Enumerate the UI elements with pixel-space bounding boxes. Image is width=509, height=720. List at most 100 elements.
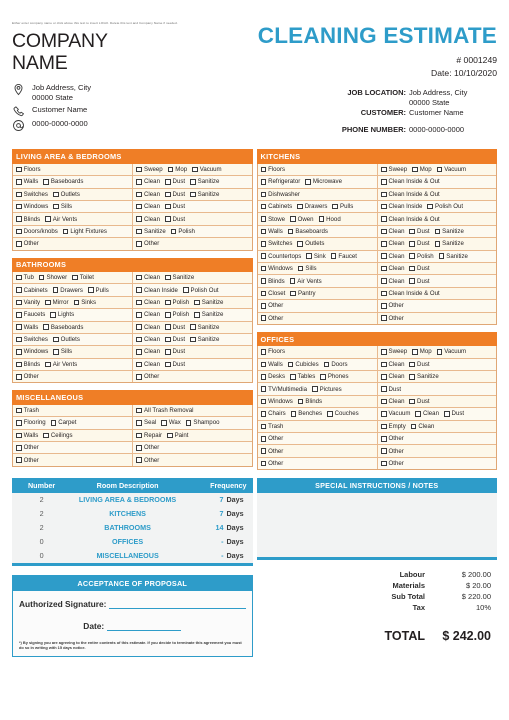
summary-cell-frequency[interactable]: - Days	[188, 551, 248, 560]
checklist-option[interactable]: Countertops	[260, 253, 301, 260]
checklist-option[interactable]: Other	[16, 457, 39, 464]
checkbox[interactable]	[318, 216, 325, 222]
checkbox[interactable]	[185, 420, 192, 426]
checklist-option[interactable]: Clean	[136, 361, 160, 368]
checkbox[interactable]	[16, 457, 22, 463]
checkbox[interactable]	[332, 203, 339, 210]
checkbox[interactable]	[164, 203, 171, 210]
checkbox[interactable]	[415, 411, 422, 417]
checkbox[interactable]	[164, 216, 171, 222]
checkbox[interactable]	[434, 228, 441, 235]
signature-input[interactable]	[109, 600, 246, 609]
checkbox[interactable]	[412, 349, 418, 355]
checkbox[interactable]	[190, 191, 196, 198]
checklist-option[interactable]: Stowe	[260, 216, 285, 223]
checkbox[interactable]	[38, 274, 45, 281]
checklist-option[interactable]: Windows	[260, 265, 293, 272]
checkbox[interactable]	[164, 349, 171, 355]
checklist-option[interactable]: Clean	[380, 228, 404, 235]
checkbox[interactable]	[53, 203, 59, 210]
checkbox[interactable]	[164, 324, 171, 330]
checklist-option[interactable]: Seal	[136, 419, 156, 426]
checklist-option[interactable]: Clean	[415, 410, 439, 417]
checkbox[interactable]	[305, 179, 311, 185]
checklist-option[interactable]: Other	[380, 435, 404, 442]
checklist-option[interactable]: Owen	[290, 216, 314, 223]
checklist-option[interactable]: Air Vents	[45, 361, 77, 368]
checklist-option[interactable]: Repair	[136, 432, 162, 439]
checklist-option[interactable]: Dust	[409, 361, 430, 368]
checklist-option[interactable]: Dust	[409, 265, 430, 272]
checklist-option[interactable]: Sink	[306, 253, 326, 260]
total-value[interactable]: $ 200.00	[435, 569, 491, 580]
checklist-option[interactable]: Polish	[164, 311, 189, 318]
checkbox[interactable]	[164, 179, 171, 185]
checkbox[interactable]	[297, 203, 303, 210]
checkbox[interactable]	[16, 191, 22, 198]
summary-cell-number[interactable]: 2	[16, 509, 67, 518]
meta-customer-value[interactable]: Customer Name	[409, 108, 497, 118]
checkbox[interactable]	[16, 179, 22, 185]
checklist-option[interactable]: Sweep	[380, 166, 407, 173]
checkbox[interactable]	[136, 349, 143, 355]
checklist-option[interactable]: Other	[380, 315, 404, 322]
checkbox[interactable]	[16, 299, 22, 306]
checklist-option[interactable]: Clean	[136, 311, 160, 318]
checklist-option[interactable]: Sweep	[136, 166, 163, 173]
checklist-option[interactable]: Sanitize	[194, 311, 223, 318]
checklist-option[interactable]: Shower	[38, 274, 67, 281]
checklist-option[interactable]: Clean	[136, 274, 160, 281]
checklist-option[interactable]: Doors	[323, 361, 348, 368]
checkbox[interactable]	[380, 303, 387, 309]
checkbox[interactable]	[136, 432, 143, 439]
checkbox[interactable]	[380, 411, 387, 417]
checklist-option[interactable]: Sanitize	[434, 228, 464, 235]
checklist-option[interactable]: Closet	[260, 290, 285, 297]
checkbox[interactable]	[409, 265, 416, 272]
checklist-option[interactable]: Mop	[412, 166, 432, 173]
checklist-option[interactable]: Mop	[167, 166, 187, 173]
checklist-option[interactable]: Walls	[16, 178, 38, 185]
checklist-option[interactable]: Dust	[380, 386, 401, 393]
checkbox[interactable]	[380, 241, 387, 247]
checkbox[interactable]	[260, 411, 267, 417]
checkbox[interactable]	[409, 253, 416, 260]
total-value[interactable]: 10%	[435, 602, 491, 613]
checkbox[interactable]	[136, 299, 143, 306]
checklist-option[interactable]: Other	[136, 240, 159, 247]
checklist-option[interactable]: Other	[16, 444, 39, 451]
checkbox[interactable]	[164, 274, 171, 281]
checkbox[interactable]	[16, 287, 22, 293]
checklist-option[interactable]: Toilet	[72, 274, 94, 281]
checklist-option[interactable]: Clean	[136, 336, 160, 343]
checklist-option[interactable]: Other	[260, 460, 283, 467]
checklist-option[interactable]: Sanitize	[409, 373, 439, 380]
checklist-option[interactable]: Clean Inside & Out	[380, 191, 440, 198]
checklist-option[interactable]: Dust	[443, 410, 464, 417]
checkbox[interactable]	[136, 420, 143, 426]
checklist-option[interactable]: Clean	[136, 348, 160, 355]
checklist-option[interactable]: Baseboards	[287, 228, 328, 235]
summary-cell-frequency[interactable]: - Days	[188, 537, 248, 546]
checklist-option[interactable]: Vacuum	[436, 348, 466, 355]
checklist-option[interactable]: Clean Inside	[380, 203, 422, 210]
checkbox[interactable]	[260, 386, 267, 392]
checklist-option[interactable]: Clean	[410, 423, 434, 430]
checklist-option[interactable]: Switches	[16, 191, 48, 198]
checklist-option[interactable]: Polish	[170, 228, 195, 235]
checkbox[interactable]	[45, 361, 51, 368]
checkbox[interactable]	[260, 361, 267, 368]
checklist-option[interactable]: Clean	[380, 373, 404, 380]
checkbox[interactable]	[16, 407, 22, 414]
checklist-option[interactable]: Dust	[164, 191, 185, 198]
checklist-option[interactable]: Sweep	[380, 348, 407, 355]
checklist-option[interactable]: Microwave	[305, 178, 342, 185]
checkbox[interactable]	[136, 324, 143, 330]
checkbox[interactable]	[289, 278, 296, 284]
checkbox[interactable]	[16, 432, 22, 439]
checkbox[interactable]	[136, 191, 143, 198]
checkbox[interactable]	[380, 460, 387, 467]
checkbox[interactable]	[380, 265, 387, 272]
checkbox[interactable]	[16, 336, 22, 343]
checkbox[interactable]	[306, 253, 312, 260]
